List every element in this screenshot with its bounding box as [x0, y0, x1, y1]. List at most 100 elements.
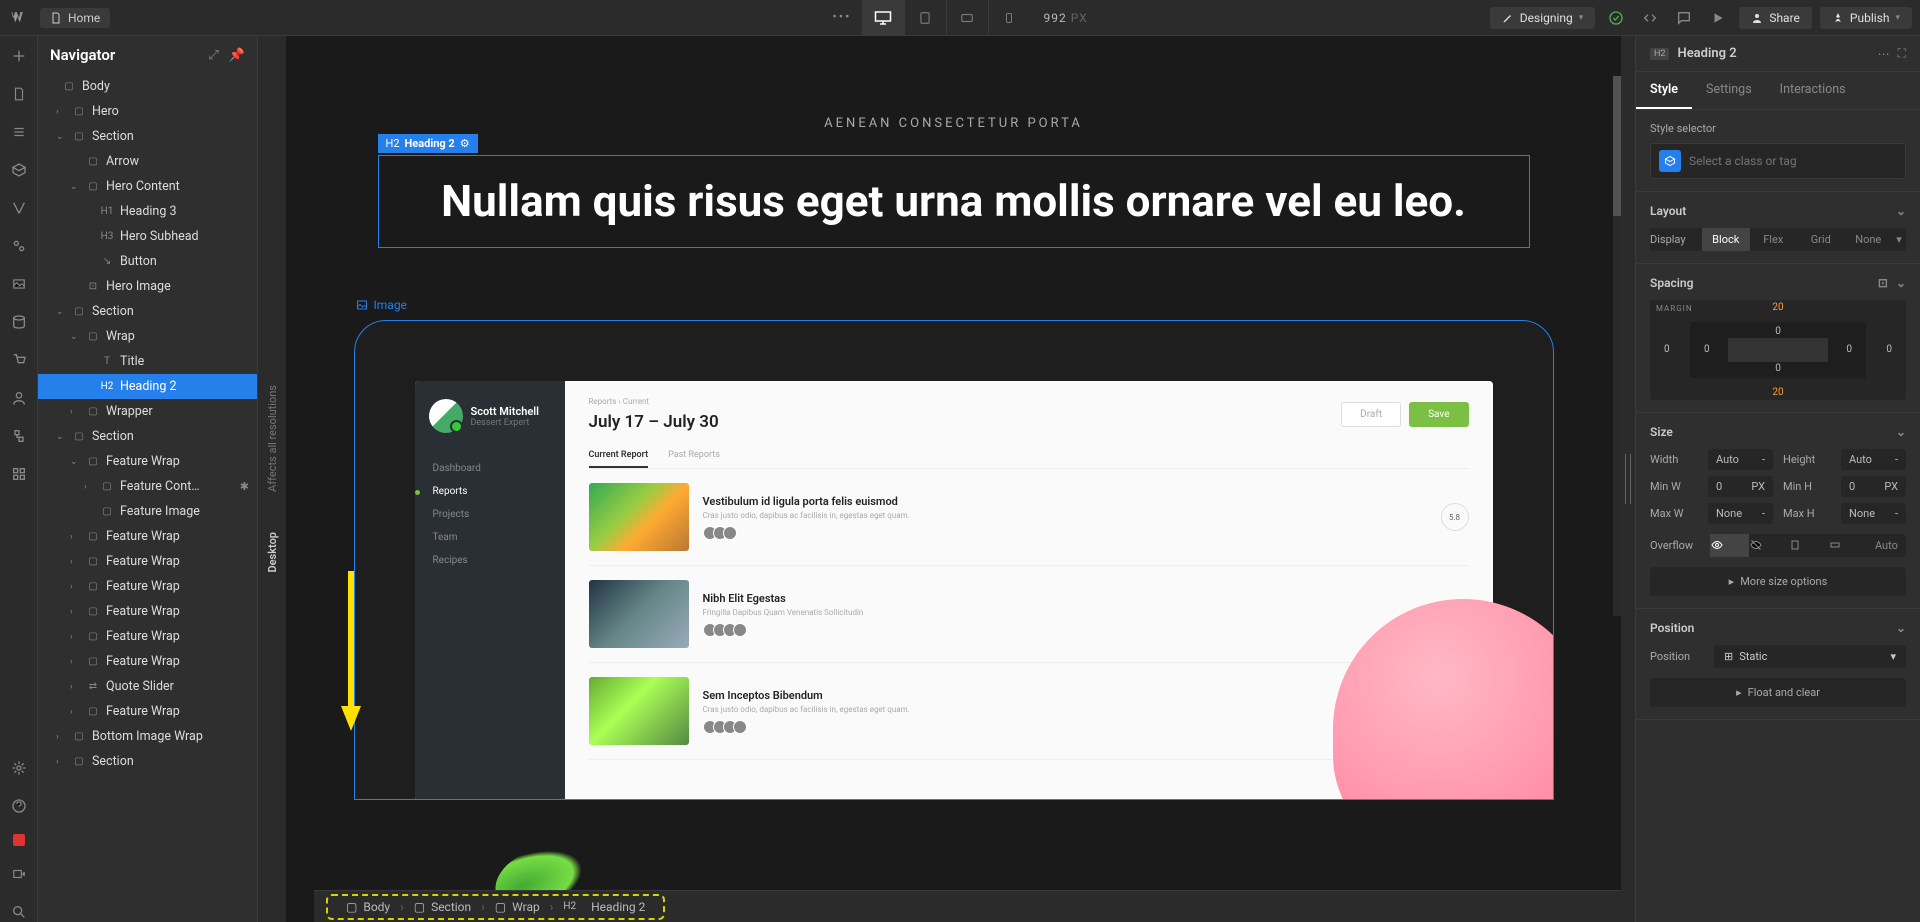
canvas-resize-handle[interactable] — [1621, 36, 1635, 922]
tree-feature-wrap[interactable]: ›▢Feature Wrap — [38, 649, 257, 674]
tree-feature-image[interactable]: ▢Feature Image — [38, 499, 257, 524]
overflow-visible[interactable] — [1710, 534, 1749, 557]
components-icon[interactable] — [9, 160, 29, 180]
tree-hero-content[interactable]: ⌄▢Hero Content — [38, 174, 257, 199]
tab-settings[interactable]: Settings — [1692, 72, 1766, 109]
tree-section[interactable]: ⌄▢Section — [38, 299, 257, 324]
tree-hero-subhead[interactable]: H3Hero Subhead — [38, 224, 257, 249]
gear-icon[interactable]: ⚙ — [460, 137, 470, 150]
overflow-clip[interactable] — [1828, 534, 1867, 557]
tree-section[interactable]: ⌄▢Section — [38, 124, 257, 149]
share-button[interactable]: Share — [1739, 7, 1812, 29]
logic-icon[interactable] — [9, 426, 29, 446]
selected-heading2-element[interactable]: H2 Heading 2 ⚙ Nullam quis risus eget ur… — [378, 155, 1530, 248]
display-none[interactable]: None — [1845, 228, 1893, 251]
tree-button[interactable]: ↘Button — [38, 249, 257, 274]
heading2-text[interactable]: Nullam quis risus eget urna mollis ornar… — [419, 174, 1489, 229]
minh-input[interactable]: 0PX — [1841, 476, 1906, 497]
height-input[interactable]: Auto- — [1841, 449, 1906, 470]
breadcrumb-wrap[interactable]: ▢Wrap — [487, 898, 548, 916]
mockup-image[interactable]: Scott MitchellDessert Expert Dashboard R… — [354, 320, 1554, 800]
tree-wrap[interactable]: ⌄▢Wrap — [38, 324, 257, 349]
tree-arrow[interactable]: ▢Arrow — [38, 149, 257, 174]
users-icon[interactable] — [9, 388, 29, 408]
mode-designing-button[interactable]: Designing ▾ — [1490, 7, 1596, 29]
pages-icon[interactable] — [9, 84, 29, 104]
cms-icon[interactable] — [9, 312, 29, 332]
tree-wrapper[interactable]: ›▢Wrapper — [38, 399, 257, 424]
webflow-logo-icon[interactable] — [8, 7, 30, 29]
apps-icon[interactable] — [9, 464, 29, 484]
tree-bottom-image-wrap[interactable]: ›▢Bottom Image Wrap — [38, 724, 257, 749]
display-flex[interactable]: Flex — [1750, 228, 1798, 251]
display-grid[interactable]: Grid — [1797, 228, 1845, 251]
breadcrumb-section[interactable]: ▢Section — [406, 898, 479, 916]
add-element-icon[interactable] — [9, 46, 29, 66]
device-tablet-button[interactable] — [904, 0, 946, 36]
maxw-input[interactable]: None- — [1708, 503, 1773, 524]
chevron-down-icon[interactable]: ⌄ — [1896, 425, 1906, 439]
chevron-down-icon[interactable]: ⌄ — [1896, 621, 1906, 635]
breadcrumb-body[interactable]: ▢Body — [338, 898, 398, 916]
help-icon[interactable] — [9, 796, 29, 816]
width-input[interactable]: Auto- — [1708, 449, 1773, 470]
variables-icon[interactable] — [9, 198, 29, 218]
tree-section[interactable]: ⌄▢Section — [38, 424, 257, 449]
chevron-down-icon[interactable]: ⌄ — [1896, 204, 1906, 218]
selection-tag[interactable]: H2 Heading 2 ⚙ — [378, 134, 478, 153]
overflow-hidden[interactable] — [1749, 534, 1788, 557]
more-size-options[interactable]: ▸More size options — [1650, 567, 1906, 596]
tree-section[interactable]: ›▢Section — [38, 749, 257, 774]
comment-icon[interactable] — [1671, 5, 1697, 31]
image-element-tag[interactable]: Image — [356, 298, 1594, 312]
ecommerce-icon[interactable] — [9, 350, 29, 370]
pin-icon[interactable]: 📌 — [229, 48, 245, 63]
collapse-icon[interactable]: ⤢ — [208, 48, 218, 63]
tree-title[interactable]: TTitle — [38, 349, 257, 374]
overflow-auto[interactable]: Auto — [1867, 534, 1906, 557]
publish-button[interactable]: Publish▾ — [1820, 7, 1912, 29]
tree-hero-image[interactable]: ⊡Hero Image — [38, 274, 257, 299]
minw-input[interactable]: 0PX — [1708, 476, 1773, 497]
expand-icon[interactable]: ⛶ — [1898, 46, 1906, 61]
position-select[interactable]: ⊞Static▾ — [1714, 645, 1906, 668]
tree-hero[interactable]: ›▢Hero — [38, 99, 257, 124]
video-icon[interactable] — [9, 864, 29, 884]
tree-quote-slider[interactable]: ›⇄Quote Slider — [38, 674, 257, 699]
display-block[interactable]: Block — [1702, 228, 1750, 251]
check-icon[interactable] — [1603, 5, 1629, 31]
home-button[interactable]: Home — [40, 8, 110, 28]
maxh-input[interactable]: None- — [1841, 503, 1906, 524]
settings-gear-icon[interactable] — [9, 758, 29, 778]
tree-heading2-selected[interactable]: H2Heading 2 — [38, 374, 257, 399]
device-desktop-button[interactable] — [862, 0, 904, 36]
overflow-scroll[interactable] — [1788, 534, 1827, 557]
code-icon[interactable] — [1637, 5, 1663, 31]
tree-feature-wrap[interactable]: ›▢Feature Wrap — [38, 549, 257, 574]
tree-feature-wrap[interactable]: ›▢Feature Wrap — [38, 574, 257, 599]
float-and-clear[interactable]: ▸Float and clear — [1650, 678, 1906, 707]
tree-feature-cont[interactable]: ›▢Feature Cont…✱ — [38, 474, 257, 499]
tree-feature-wrap[interactable]: ›▢Feature Wrap — [38, 599, 257, 624]
tree-heading3[interactable]: H1Heading 3 — [38, 199, 257, 224]
spacing-box[interactable]: MARGIN PADDING 20 20 0 0 0 0 0 0 — [1650, 300, 1906, 400]
chevron-down-icon[interactable]: ▾ — [1892, 228, 1906, 251]
tree-feature-wrap[interactable]: ›▢Feature Wrap — [38, 524, 257, 549]
search-icon[interactable] — [9, 902, 29, 922]
record-icon[interactable] — [13, 834, 25, 846]
canvas[interactable]: AENEAN CONSECTETUR PORTA H2 Heading 2 ⚙ … — [286, 36, 1621, 890]
class-input[interactable] — [1689, 154, 1897, 168]
device-tablet-landscape-button[interactable] — [946, 0, 988, 36]
tab-style[interactable]: Style — [1636, 72, 1692, 109]
class-selector[interactable] — [1650, 143, 1906, 179]
more-icon[interactable]: ⋯ — [1878, 47, 1890, 61]
chevron-down-icon[interactable]: ⌄ — [1896, 276, 1906, 290]
tree-feature-wrap[interactable]: ›▢Feature Wrap — [38, 624, 257, 649]
style-manager-icon[interactable] — [9, 236, 29, 256]
tree-body[interactable]: ▢Body — [38, 74, 257, 99]
tree-feature-wrap[interactable]: ⌄▢Feature Wrap — [38, 449, 257, 474]
tab-interactions[interactable]: Interactions — [1766, 72, 1860, 109]
device-mobile-button[interactable] — [988, 0, 1030, 36]
breadcrumb-heading2[interactable]: H2 Heading 2 — [555, 898, 653, 916]
tree-feature-wrap[interactable]: ›▢Feature Wrap — [38, 699, 257, 724]
